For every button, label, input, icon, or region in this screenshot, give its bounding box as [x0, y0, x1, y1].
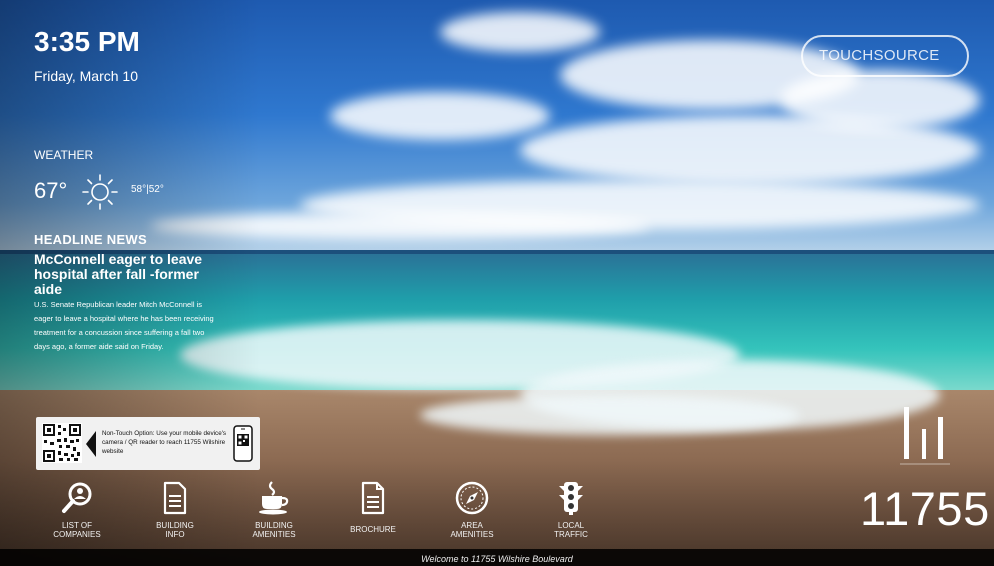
nav-label: BUILDING [255, 521, 293, 530]
clock-date: Friday, March 10 [34, 68, 138, 84]
qr-code-icon [42, 423, 82, 463]
news-body: U.S. Senate Republican leader Mitch McCo… [34, 300, 214, 351]
news-headline: McConnell eager to leave hospital after … [34, 251, 203, 297]
nav-label: INFO [165, 530, 185, 539]
nav-building-amenities[interactable]: BUILDING AMENITIES [229, 476, 319, 548]
building-number: 11755 [860, 482, 990, 535]
document-icon [163, 481, 187, 515]
nav-area-amenities[interactable]: AREA AMENITIES [427, 476, 517, 548]
nav-label: TRAFFIC [554, 530, 588, 539]
touchsource-logo: TOUCHSOURCE [801, 35, 969, 77]
nav-label: BROCHURE [350, 525, 396, 534]
touchsource-logo-text: TOUCHSOURCE [819, 47, 940, 64]
nav-label: LOCAL [557, 521, 585, 530]
weather-temperature: 67° [34, 178, 68, 203]
main-navigation: LIST OF COMPANIES BUILDING INFO BUILDING… [0, 476, 640, 548]
wave-foam [420, 395, 800, 435]
weather-high-low: 58°|52° [131, 184, 164, 195]
cloud [440, 12, 600, 52]
clock-time: 3:35 PM [34, 26, 140, 57]
kiosk-screen: 3:35 PM Friday, March 10 WEATHER 67° 58°… [0, 0, 994, 566]
coffee-cup-icon [259, 481, 289, 515]
nav-label: COMPANIES [53, 530, 101, 539]
news-label: HEADLINE NEWS [34, 232, 147, 247]
compass-icon [455, 481, 489, 515]
search-person-icon [62, 482, 92, 513]
nav-label: AMENITIES [450, 530, 494, 539]
nav-brochure[interactable]: BROCHURE [328, 476, 418, 548]
nav-local-traffic[interactable]: LOCAL TRAFFIC [526, 476, 616, 548]
nav-list-of-companies[interactable]: LIST OF COMPANIES [32, 476, 122, 548]
brochure-icon [361, 481, 385, 515]
nav-label: LIST OF [61, 521, 93, 530]
arrow-left-icon [86, 431, 96, 457]
nav-label: AREA [461, 521, 483, 530]
traffic-light-icon [559, 482, 583, 515]
qr-instructions: Non-Touch Option: Use your mobile device… [102, 430, 227, 455]
phone-qr-icon [233, 425, 253, 462]
cloud [330, 92, 550, 140]
nav-label: BUILDING [156, 521, 194, 530]
footer-bar: Welcome to 11755 Wilshire Boulevard [0, 549, 994, 566]
qr-panel: Non-Touch Option: Use your mobile device… [36, 417, 260, 470]
building-mark-icon [900, 407, 950, 465]
nav-label: AMENITIES [252, 530, 296, 539]
weather-label: WEATHER [34, 148, 94, 162]
cloud [780, 70, 980, 130]
footer-welcome-text: Welcome to 11755 Wilshire Boulevard [421, 554, 573, 564]
sun-icon [82, 174, 118, 210]
nav-building-info[interactable]: BUILDING INFO [130, 476, 220, 548]
